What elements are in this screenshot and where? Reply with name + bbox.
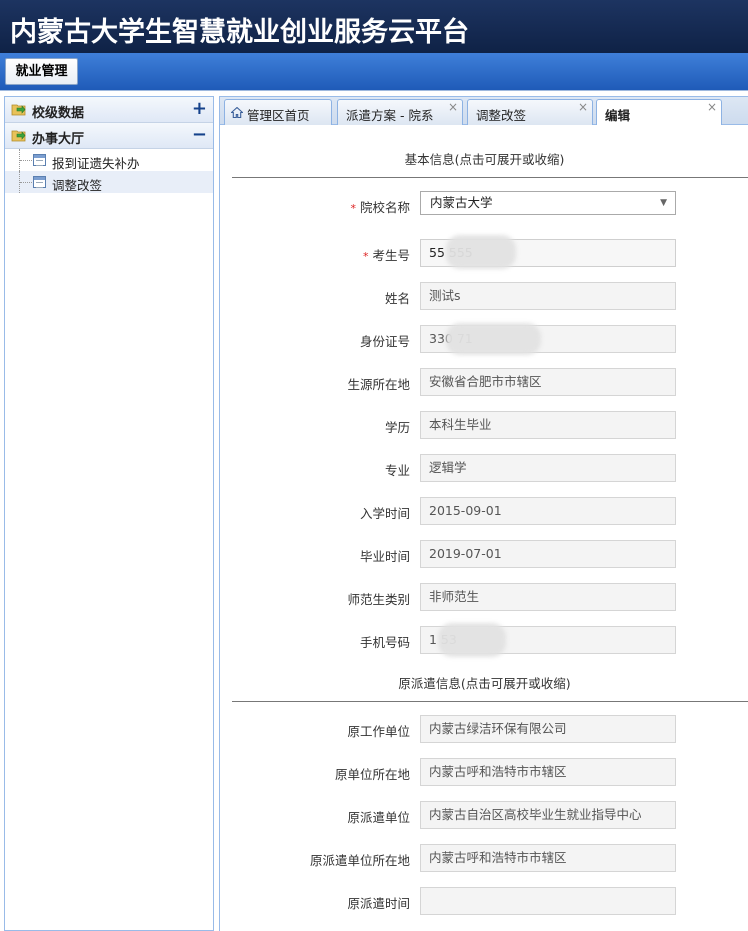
folder-arrow-icon: [11, 130, 26, 142]
orig-dispatch-time-input[interactable]: [420, 887, 676, 915]
expand-icon[interactable]: +: [192, 98, 207, 120]
orig-employer-label: 原工作单位: [347, 724, 410, 739]
education-input[interactable]: 本科生毕业: [420, 411, 676, 439]
orig-employer-loc-input[interactable]: 内蒙古呼和浩特市市辖区: [420, 758, 676, 786]
tab-label: 派遣方案 - 院系: [346, 108, 434, 123]
tab-dispatch-plan[interactable]: 派遣方案 - 院系 ×: [337, 99, 463, 125]
close-icon[interactable]: ×: [448, 100, 458, 114]
menu-employment-management[interactable]: 就业管理: [5, 58, 78, 85]
sidebar-item-certificate-reissue[interactable]: 报到证遗失补办: [5, 149, 213, 171]
sidebar-item-label: 报到证遗失补办: [52, 156, 140, 171]
enroll-date-input[interactable]: 2015-09-01: [420, 497, 676, 525]
required-mark: *: [350, 202, 356, 215]
redaction-mask: [438, 623, 506, 657]
school-label: * 院校名称: [350, 200, 410, 215]
enroll-date-label: 入学时间: [359, 506, 410, 521]
origin-input[interactable]: 安徽省合肥市市辖区: [420, 368, 676, 396]
id-no-label: 身份证号: [359, 334, 410, 349]
name-label: 姓名: [384, 291, 410, 306]
page-icon: [33, 176, 46, 188]
name-input[interactable]: 测试s: [420, 282, 676, 310]
normal-type-input[interactable]: 非师范生: [420, 583, 676, 611]
collapse-icon[interactable]: −: [192, 124, 207, 146]
orig-dispatch-label: 原派遣单位: [347, 810, 410, 825]
sidebar-item-label: 调整改签: [52, 178, 103, 193]
app-header: 内蒙古大学生智慧就业创业服务云平台: [0, 0, 748, 53]
sidebar: 校级数据 + 办事大厅 − 报到证遗失补办 调整改签: [4, 96, 214, 931]
redaction-mask: [446, 323, 541, 355]
redaction-mask: [446, 235, 516, 269]
sidebar-section-school-data[interactable]: 校级数据 +: [5, 97, 213, 123]
origin-label: 生源所在地: [347, 377, 410, 392]
orig-dispatch-time-label: 原派遣时间: [347, 896, 410, 911]
phone-label: 手机号码: [359, 635, 410, 650]
section-original-dispatch[interactable]: 原派遣信息(点击可展开或收缩): [220, 673, 748, 692]
required-mark: *: [362, 250, 369, 263]
folder-arrow-icon: [11, 104, 26, 116]
section-basic-info[interactable]: 基本信息(点击可展开或收缩): [220, 149, 748, 168]
home-icon: [231, 107, 243, 118]
orig-dispatch-loc-label: 原派遣单位所在地: [309, 853, 410, 868]
tab-bar: 管理区首页 派遣方案 - 院系 × 调整改签 × 编辑 ×: [219, 96, 748, 126]
tab-label: 编辑: [605, 108, 631, 123]
orig-employer-input[interactable]: 内蒙古绿洁环保有限公司: [420, 715, 676, 743]
graduate-date-label: 毕业时间: [359, 549, 410, 564]
exam-no-label: * 考生号: [362, 248, 410, 263]
close-icon[interactable]: ×: [707, 100, 717, 114]
divider: [232, 177, 748, 178]
divider: [232, 701, 748, 702]
chevron-down-icon: ▼: [660, 198, 667, 208]
tab-admin-home[interactable]: 管理区首页: [224, 99, 332, 125]
orig-dispatch-loc-input[interactable]: 内蒙古呼和浩特市市辖区: [420, 844, 676, 872]
edit-form: 基本信息(点击可展开或收缩) *院校名称 内蒙古大学 ▼ *考生号 55 555…: [219, 125, 748, 931]
graduate-date-input[interactable]: 2019-07-01: [420, 540, 676, 568]
tab-label: 管理区首页: [247, 108, 310, 123]
school-value: 内蒙古大学: [430, 195, 493, 210]
orig-dispatch-input[interactable]: 内蒙古自治区高校毕业生就业指导中心: [420, 801, 676, 829]
school-select[interactable]: 内蒙古大学 ▼: [420, 191, 676, 215]
tab-label: 调整改签: [476, 108, 527, 123]
tab-edit[interactable]: 编辑 ×: [596, 99, 722, 126]
sidebar-item-adjust-re-sign[interactable]: 调整改签: [5, 171, 213, 193]
sidebar-section-label: 校级数据: [32, 106, 85, 121]
orig-employer-loc-label: 原单位所在地: [334, 767, 410, 782]
page-icon: [33, 154, 46, 166]
sidebar-section-service-hall[interactable]: 办事大厅 −: [5, 123, 213, 149]
close-icon[interactable]: ×: [578, 100, 588, 114]
tab-adjust-re-sign[interactable]: 调整改签 ×: [467, 99, 593, 125]
major-input[interactable]: 逻辑学: [420, 454, 676, 482]
menubar: 就业管理: [0, 53, 748, 91]
sidebar-section-label: 办事大厅: [32, 132, 85, 147]
major-label: 专业: [384, 463, 410, 478]
normal-type-label: 师范生类别: [347, 592, 410, 607]
education-label: 学历: [384, 420, 410, 435]
app-title: 内蒙古大学生智慧就业创业服务云平台: [10, 17, 469, 48]
